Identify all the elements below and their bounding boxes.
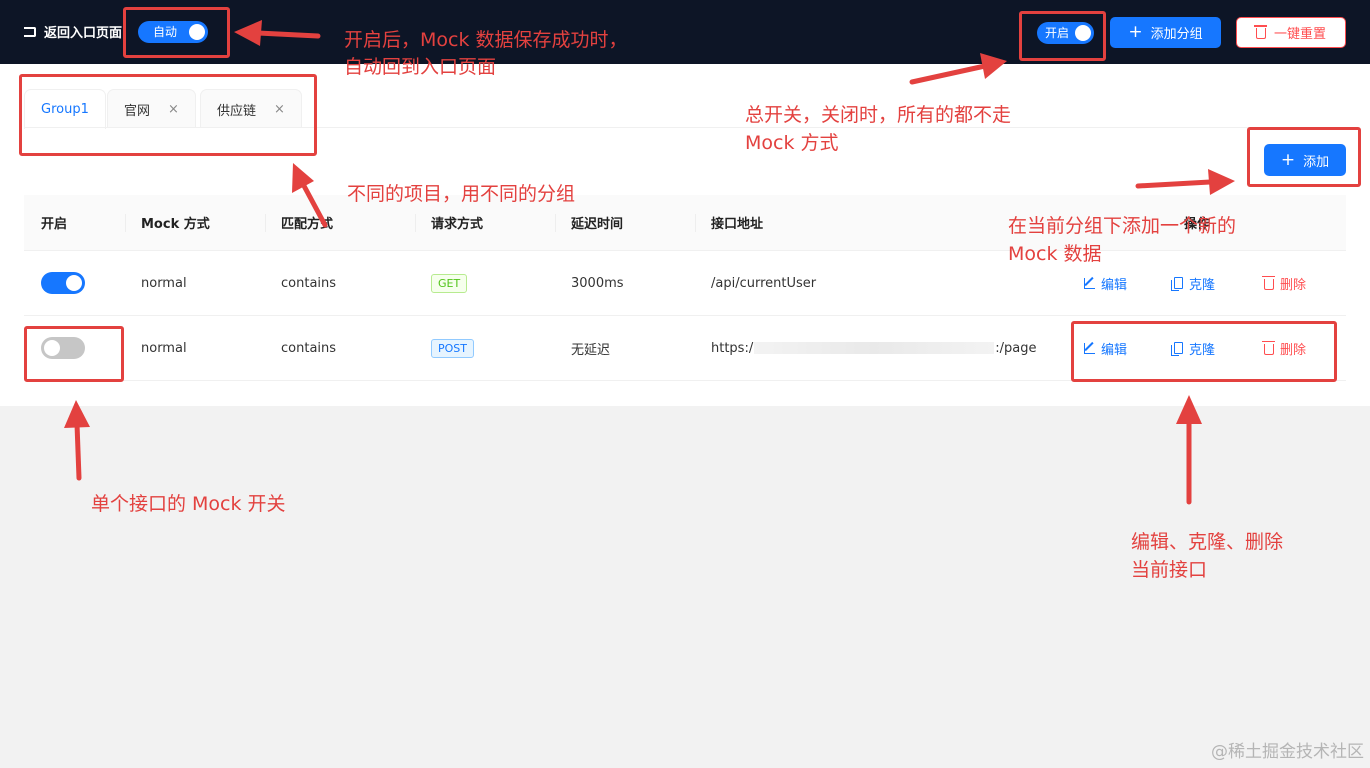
annotation-add-1: 在当前分组下添加一个新的	[1008, 215, 1237, 237]
watermark: @稀土掘金技术社区	[1211, 742, 1364, 762]
annotation-arrows	[64, 20, 1235, 505]
annotation-add-2: Mock 数据	[1008, 243, 1102, 265]
annotation-auto-return-1: 开启后，Mock 数据保存成功时，	[344, 29, 628, 51]
annotation-auto-return-2: 自动回到入口页面	[344, 56, 497, 78]
annotation-row-switch: 单个接口的 Mock 开关	[91, 493, 286, 515]
annotation-actions-2: 当前接口	[1131, 559, 1208, 581]
annotation-actions-1: 编辑、克隆、删除	[1131, 531, 1284, 553]
annotation-groups: 不同的项目，用不同的分组	[347, 183, 576, 205]
annotation-master-2: Mock 方式	[745, 132, 839, 154]
annotation-master-1: 总开关，关闭时，所有的都不走	[745, 104, 1012, 126]
